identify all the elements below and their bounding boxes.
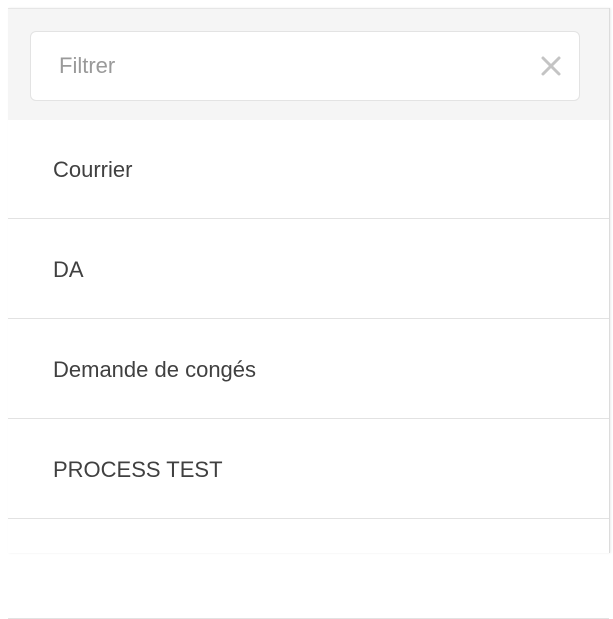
list-item-label: Courrier	[53, 157, 133, 182]
list-item[interactable]	[8, 519, 609, 619]
process-list: Courrier DA Demande de congés PROCESS TE…	[8, 119, 609, 619]
list-item[interactable]: Courrier	[8, 119, 609, 219]
list-item-label: DA	[53, 257, 84, 282]
close-icon[interactable]	[539, 54, 563, 78]
filter-field[interactable]	[30, 31, 580, 101]
filter-bar	[8, 8, 609, 120]
filter-input[interactable]	[31, 32, 521, 100]
list-item-label: PROCESS TEST	[53, 457, 223, 482]
list-item-label: Demande de congés	[53, 357, 257, 382]
list-item[interactable]: PROCESS TEST	[8, 419, 609, 519]
list-item[interactable]: DA	[8, 219, 609, 319]
process-dropdown: Courrier DA Demande de congés PROCESS TE…	[8, 8, 610, 619]
list-item[interactable]: Demande de congés	[8, 319, 609, 419]
